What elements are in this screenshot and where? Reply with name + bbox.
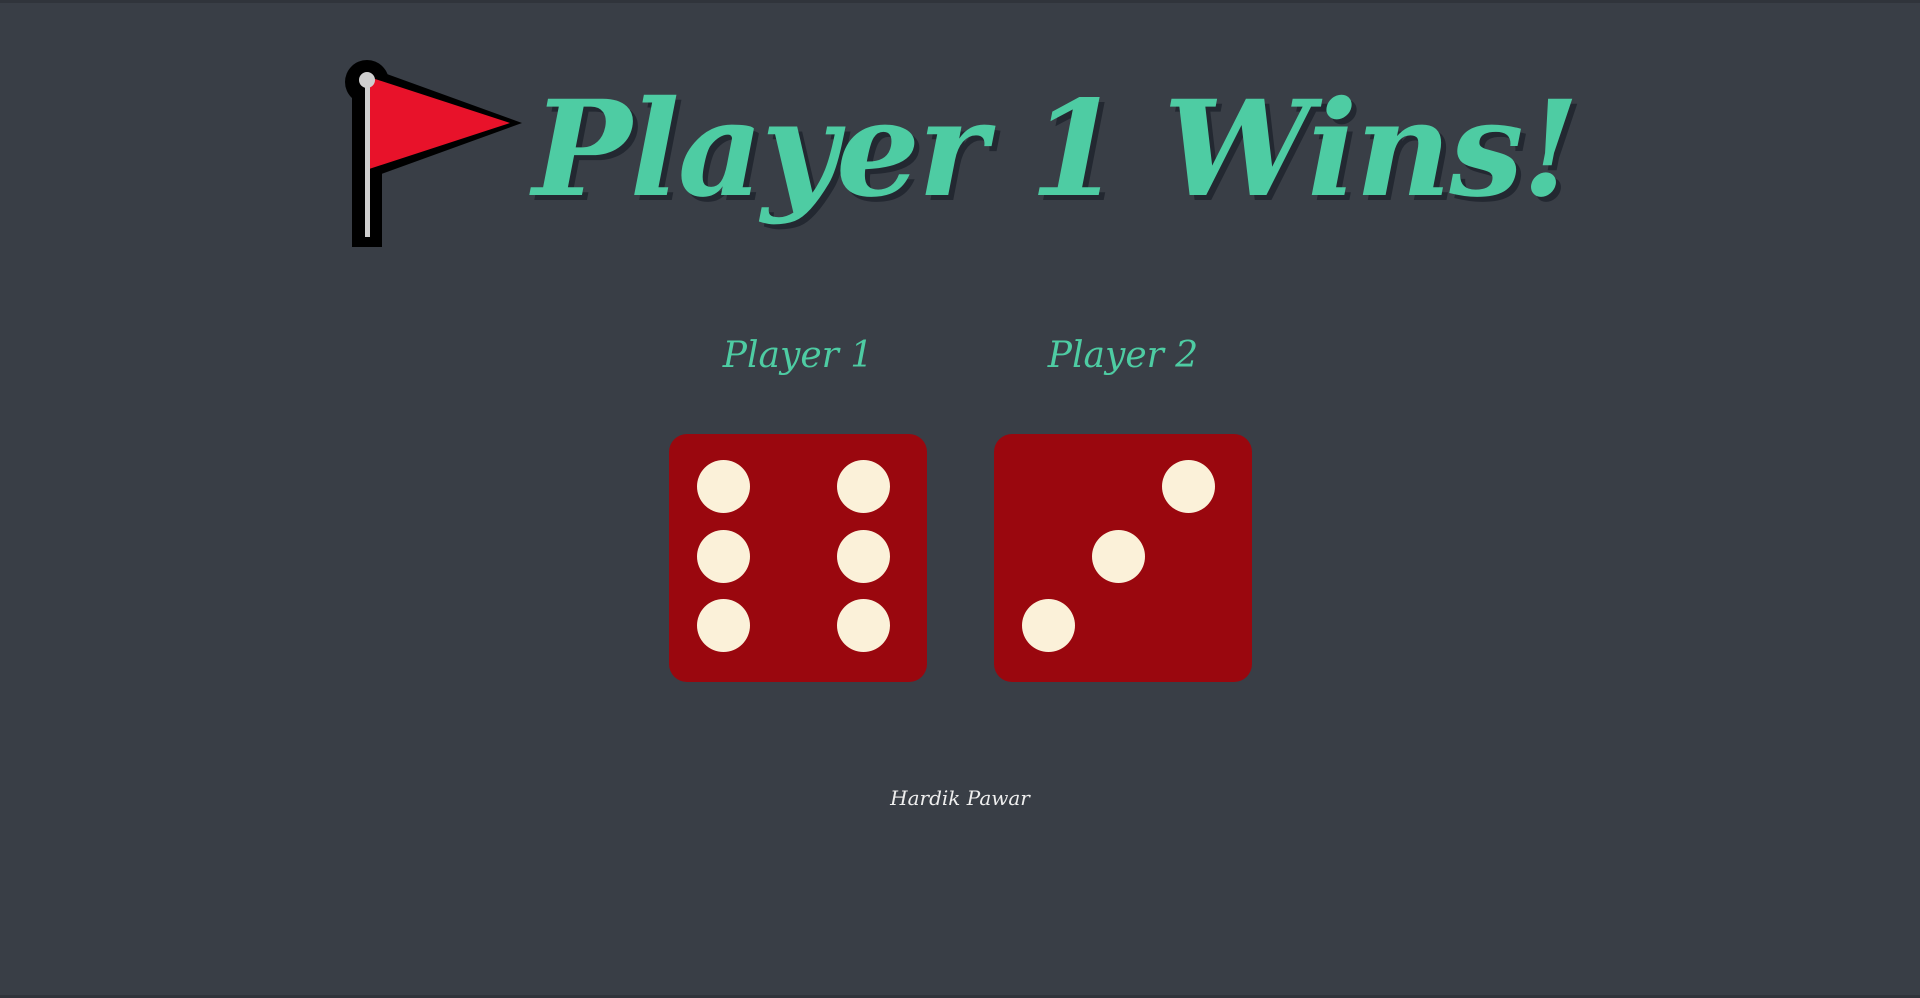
die-pip (1162, 460, 1215, 513)
die-pip (697, 460, 750, 513)
player-1-die (669, 434, 927, 682)
die-pip (837, 599, 890, 652)
player-1-label: Player 1 (722, 335, 874, 376)
die-pip (837, 460, 890, 513)
die-pip (837, 530, 890, 583)
headline: Player 1 Wins! (0, 55, 1920, 255)
player-2-die (994, 434, 1252, 682)
die-pip (697, 599, 750, 652)
die-pip (1092, 530, 1145, 583)
die-pip (1022, 599, 1075, 652)
page-title: Player 1 Wins! (532, 72, 1579, 227)
red-flag-icon (345, 60, 523, 247)
footer-credit: Hardik Pawar (890, 786, 1030, 810)
top-edge (0, 0, 1920, 3)
player-2-label: Player 2 (1047, 335, 1199, 376)
die-pip (697, 530, 750, 583)
